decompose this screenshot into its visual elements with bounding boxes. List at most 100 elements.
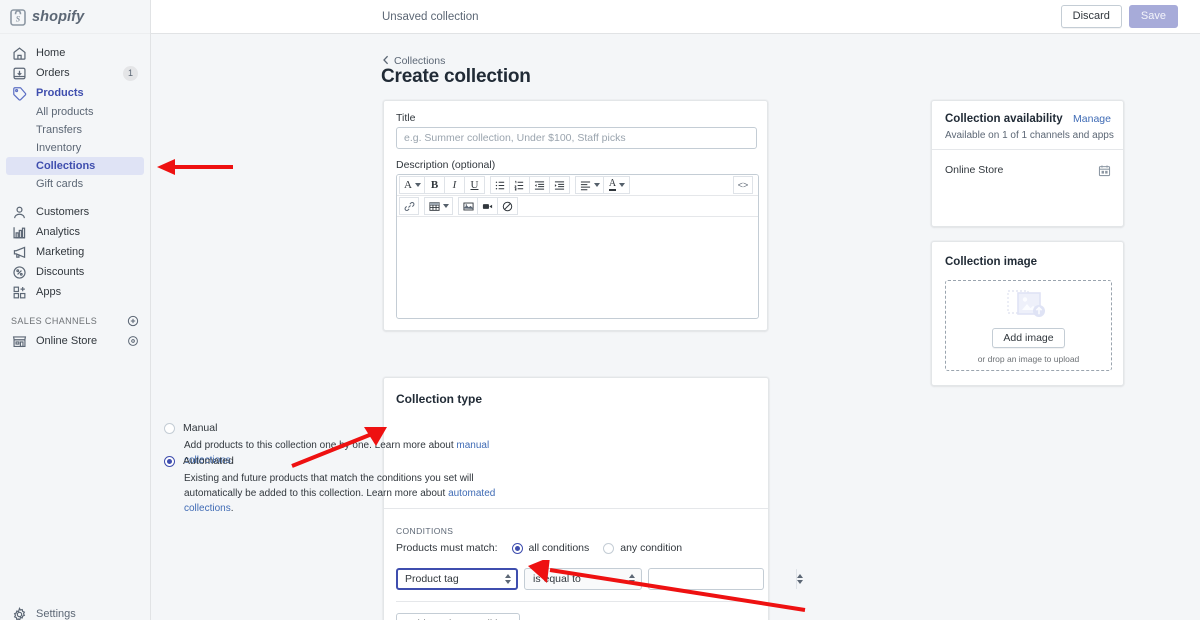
match-type-row: Products must match: all conditions any … bbox=[396, 542, 682, 554]
sidebar-item-gift-cards[interactable]: Gift cards bbox=[6, 175, 144, 193]
collection-details-card: Title Description (optional) A B I bbox=[383, 100, 768, 331]
condition-value-field[interactable] bbox=[648, 568, 803, 590]
manage-link[interactable]: Manage bbox=[1073, 113, 1111, 125]
condition-operator-value: is equal to bbox=[533, 573, 581, 585]
sidebar-item-apps[interactable]: Apps bbox=[6, 282, 144, 302]
radio-control bbox=[164, 456, 175, 467]
image-dropzone[interactable]: Add image or drop an image to upload bbox=[945, 280, 1112, 371]
availability-title: Collection availability bbox=[945, 113, 1063, 125]
manual-help-text: Add products to this collection one by o… bbox=[184, 438, 534, 468]
match-label: Products must match: bbox=[396, 542, 498, 554]
shopify-wordmark: shopify bbox=[32, 8, 85, 25]
table-icon[interactable] bbox=[424, 197, 453, 215]
manual-help-before: Add products to this collection one by o… bbox=[184, 440, 457, 451]
align-icon[interactable] bbox=[575, 176, 604, 194]
unsaved-state-title: Unsaved collection bbox=[382, 11, 479, 23]
condition-row: Product tag is equal to bbox=[396, 568, 803, 590]
sidebar-item-products[interactable]: Products bbox=[6, 83, 144, 103]
sidebar-item-customers[interactable]: Customers bbox=[6, 202, 144, 222]
select-stepper-icon bbox=[629, 574, 635, 584]
gear-icon bbox=[11, 606, 27, 620]
discounts-icon bbox=[11, 264, 27, 280]
radio-label: Manual bbox=[183, 422, 218, 434]
toolbar-group-table bbox=[424, 197, 453, 215]
insert-video-icon[interactable] bbox=[478, 197, 498, 215]
orders-icon bbox=[11, 65, 27, 81]
toolbar-group-font: A B I U bbox=[399, 176, 485, 194]
html-code-icon[interactable]: <> bbox=[733, 176, 753, 194]
sidebar-item-label: Settings bbox=[36, 608, 76, 620]
shopify-logo[interactable]: S shopify bbox=[0, 0, 150, 34]
add-another-condition-button[interactable]: Add another condition bbox=[396, 613, 521, 620]
condition-operator-select[interactable]: is equal to bbox=[524, 568, 642, 590]
condition-field-select[interactable]: Product tag bbox=[396, 568, 518, 590]
numbered-list-icon[interactable] bbox=[510, 176, 530, 194]
italic-icon[interactable]: I bbox=[445, 176, 465, 194]
bold-icon[interactable]: B bbox=[425, 176, 445, 194]
underline-icon[interactable]: U bbox=[465, 176, 485, 194]
radio-automated[interactable]: Automated bbox=[164, 455, 234, 467]
condition-value-input[interactable] bbox=[649, 569, 796, 589]
sidebar-item-orders[interactable]: Orders 1 bbox=[6, 63, 144, 83]
insert-image-icon[interactable] bbox=[458, 197, 478, 215]
shopify-bag-icon: S bbox=[10, 8, 26, 26]
font-style-icon[interactable]: A bbox=[399, 176, 425, 194]
sidebar-item-collections[interactable]: Collections bbox=[6, 157, 144, 175]
radio-control bbox=[164, 423, 175, 434]
eye-icon[interactable] bbox=[127, 335, 139, 347]
link-icon[interactable] bbox=[399, 197, 419, 215]
sidebar-item-inventory[interactable]: Inventory bbox=[6, 139, 144, 157]
sidebar-item-discounts[interactable]: Discounts bbox=[6, 262, 144, 282]
plus-circle-icon[interactable] bbox=[127, 315, 139, 327]
svg-text:S: S bbox=[16, 14, 21, 23]
sidebar-item-label: Orders bbox=[36, 67, 70, 79]
select-stepper-icon bbox=[505, 574, 511, 584]
radio-control bbox=[511, 543, 523, 554]
text-color-icon[interactable]: A bbox=[604, 176, 630, 194]
sidebar-subitem-label: Transfers bbox=[36, 124, 83, 136]
automated-help-before: Existing and future products that match … bbox=[184, 473, 474, 499]
title-input[interactable] bbox=[396, 127, 757, 149]
sidebar-item-online-store[interactable]: Online Store bbox=[6, 331, 144, 351]
sidebar-item-all-products[interactable]: All products bbox=[6, 103, 144, 121]
radio-label: all conditions bbox=[528, 542, 590, 554]
radio-any-condition[interactable]: any condition bbox=[603, 542, 682, 554]
description-textarea[interactable] bbox=[397, 217, 758, 317]
sidebar-item-marketing[interactable]: Marketing bbox=[6, 242, 144, 262]
clear-formatting-icon[interactable] bbox=[498, 197, 518, 215]
condition-field-value: Product tag bbox=[405, 573, 459, 585]
collection-availability-card: Collection availability Manage Available… bbox=[931, 100, 1124, 227]
sales-channels-label: SALES CHANNELS bbox=[11, 316, 98, 326]
collection-type-heading: Collection type bbox=[396, 392, 483, 406]
customers-icon bbox=[11, 204, 27, 220]
sidebar-item-label: Apps bbox=[36, 286, 62, 298]
value-stepper-icon[interactable] bbox=[796, 569, 803, 589]
add-image-button[interactable]: Add image bbox=[992, 328, 1065, 348]
sidebar-item-home[interactable]: Home bbox=[6, 43, 144, 63]
products-tag-icon bbox=[11, 85, 27, 101]
save-button[interactable]: Save bbox=[1128, 5, 1178, 28]
bulleted-list-icon[interactable] bbox=[490, 176, 510, 194]
sidebar-item-settings[interactable]: Settings bbox=[0, 604, 151, 620]
text-color-glyph: A bbox=[608, 178, 617, 191]
marketing-megaphone-icon bbox=[11, 244, 27, 260]
sidebar-item-transfers[interactable]: Transfers bbox=[6, 121, 144, 139]
calendar-icon[interactable] bbox=[1098, 164, 1111, 177]
dropzone-hint: or drop an image to upload bbox=[977, 354, 1080, 364]
sidebar-item-label: Home bbox=[36, 47, 66, 59]
orders-count-badge: 1 bbox=[123, 65, 138, 81]
description-editor: A B I U A <> bbox=[396, 174, 759, 319]
sidebar-item-label: Products bbox=[36, 87, 84, 99]
discard-button[interactable]: Discard bbox=[1060, 5, 1122, 28]
radio-manual[interactable]: Manual bbox=[164, 422, 217, 434]
sidebar-item-analytics[interactable]: Analytics bbox=[6, 222, 144, 242]
chevron-down-icon bbox=[619, 183, 626, 187]
indent-icon[interactable] bbox=[550, 176, 570, 194]
italic-glyph: I bbox=[452, 179, 457, 191]
outdent-icon[interactable] bbox=[530, 176, 550, 194]
editor-toolbar-row-1: A B I U A <> bbox=[397, 175, 758, 196]
description-label: Description (optional) bbox=[396, 159, 496, 171]
radio-all-conditions[interactable]: all conditions bbox=[511, 542, 590, 554]
store-icon bbox=[11, 333, 27, 349]
collection-image-card: Collection image Add image or drop an im… bbox=[931, 241, 1124, 386]
